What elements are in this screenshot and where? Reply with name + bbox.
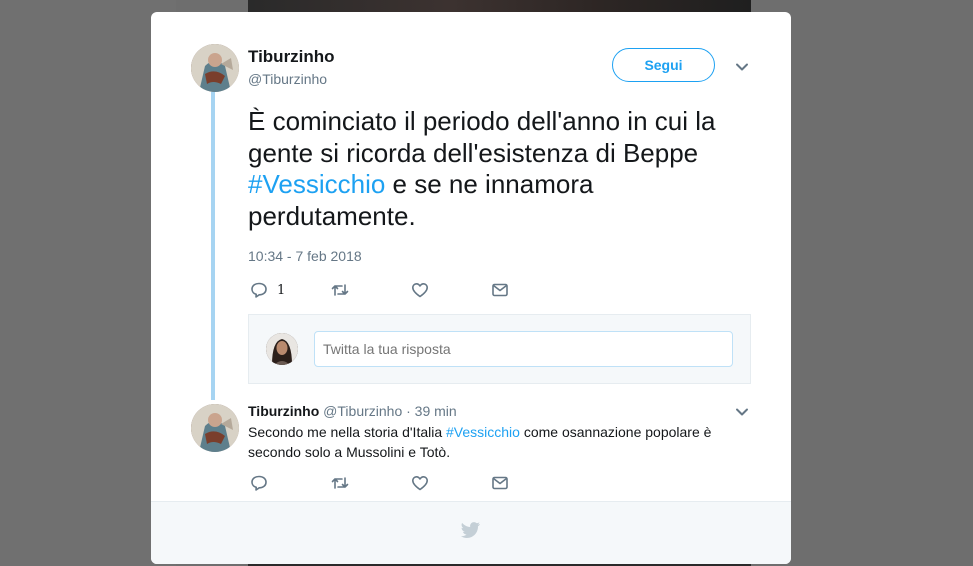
author-avatar[interactable] (191, 44, 239, 92)
reply-compose-box (248, 314, 751, 384)
direct-message-icon (492, 283, 508, 297)
retweet-icon (331, 477, 349, 489)
like-icon (412, 476, 428, 491)
direct-message-action[interactable] (490, 280, 510, 300)
reply-reply-action[interactable] (249, 473, 269, 493)
hashtag-link[interactable]: #Vessicchio (248, 169, 385, 199)
reply-direct-message-action[interactable] (490, 473, 510, 493)
retweet-action[interactable] (330, 280, 350, 300)
reply-header: Tiburzinho @Tiburzinho · 39 min (248, 403, 457, 419)
reply-action[interactable]: 1 (249, 280, 285, 300)
reply-author-avatar[interactable] (191, 404, 239, 452)
follow-button[interactable]: Segui (612, 48, 715, 82)
retweet-icon (331, 284, 349, 296)
reply-meta[interactable]: @Tiburzinho · 39 min (319, 403, 457, 419)
thread-connector-line (211, 92, 215, 400)
reply-like-action[interactable] (410, 473, 430, 493)
twitter-bird-icon[interactable] (459, 521, 481, 541)
tweet-card: Tiburzinho @Tiburzinho Segui È cominciat… (151, 12, 791, 564)
backdrop-left (0, 0, 176, 566)
chevron-down-icon[interactable] (734, 59, 750, 75)
reply-icon (251, 475, 267, 491)
current-user-avatar (266, 333, 298, 365)
reply-hashtag-link[interactable]: #Vessicchio (446, 424, 520, 440)
reply-icon (251, 282, 267, 298)
reply-text: Secondo me nella storia d'Italia #Vessic… (248, 424, 712, 460)
reply-retweet-action[interactable] (330, 473, 350, 493)
tweet-text: È cominciato il periodo dell'anno in cui… (248, 106, 716, 231)
author-name[interactable]: Tiburzinho (248, 47, 335, 67)
author-handle[interactable]: @Tiburzinho (248, 71, 327, 87)
like-action[interactable] (410, 280, 430, 300)
like-icon (412, 283, 428, 298)
direct-message-icon (492, 476, 508, 490)
tweet-timestamp[interactable]: 10:34 - 7 feb 2018 (248, 248, 362, 264)
card-footer (151, 501, 791, 564)
reply-input[interactable] (314, 331, 733, 367)
reply-author-name[interactable]: Tiburzinho (248, 403, 319, 419)
reply-chevron-down-icon[interactable] (734, 404, 750, 420)
reply-count: 1 (277, 282, 286, 298)
